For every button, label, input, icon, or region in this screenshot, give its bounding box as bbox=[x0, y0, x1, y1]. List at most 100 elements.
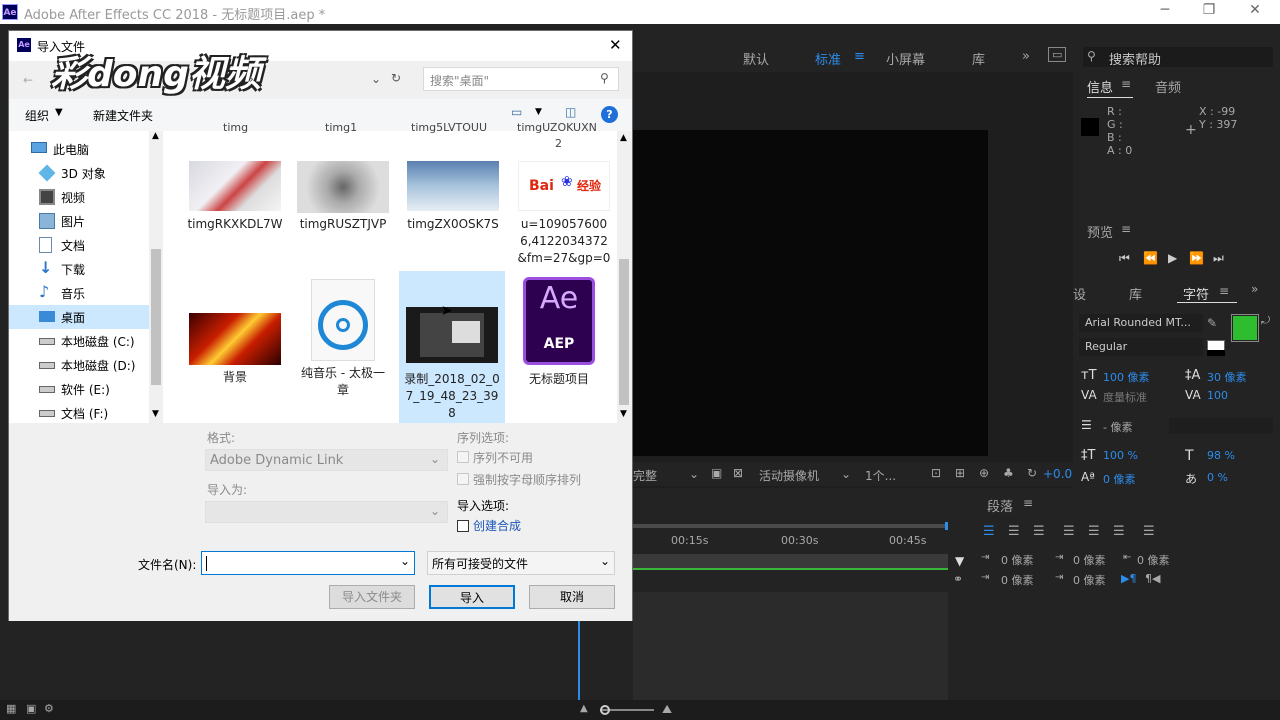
play-icon[interactable]: ▶ bbox=[1168, 251, 1177, 265]
transparency-grid-icon[interactable]: ⊠ bbox=[733, 466, 743, 480]
nav-scrollbar[interactable]: ▲ ▼ bbox=[149, 131, 163, 423]
current-time-indicator[interactable] bbox=[578, 620, 580, 700]
minimize-icon[interactable]: ─ bbox=[1150, 2, 1180, 22]
eyedropper-icon[interactable]: ✎ bbox=[1207, 316, 1217, 330]
tab-audio[interactable]: 音频 bbox=[1155, 77, 1181, 96]
fill-color-swatch[interactable] bbox=[1231, 314, 1259, 342]
scroll-down-icon[interactable]: ▼ bbox=[152, 409, 159, 419]
workspace-library[interactable]: 库 bbox=[972, 49, 985, 68]
justify-all-icon[interactable]: ☰ bbox=[1143, 524, 1155, 539]
font-family-select[interactable]: Arial Rounded MT... bbox=[1079, 314, 1203, 332]
new-folder-button[interactable]: 新建文件夹 bbox=[93, 107, 153, 124]
vertical-scale-value[interactable]: 100 % bbox=[1103, 449, 1138, 462]
quality-dropdown[interactable]: 完整 bbox=[633, 467, 657, 484]
alpha-order-checkbox[interactable] bbox=[457, 473, 469, 485]
nav-item-3d-objects[interactable]: 3D 对象 bbox=[9, 161, 149, 185]
import-folder-button[interactable]: 导入文件夹 bbox=[329, 585, 415, 609]
flowchart-icon[interactable]: ⊕ bbox=[979, 466, 989, 480]
rtl-icon[interactable]: ¶◀ bbox=[1145, 572, 1160, 585]
file-item[interactable]: timgRUSZTJVP bbox=[293, 161, 393, 233]
preview-pane-icon[interactable]: ◫ bbox=[565, 105, 576, 119]
organize-button[interactable]: 组织 bbox=[25, 107, 49, 124]
justify-center-icon[interactable]: ☰ bbox=[1088, 524, 1100, 539]
nav-item-downloads[interactable]: ↓ 下载 bbox=[9, 257, 149, 281]
tab-info[interactable]: 信息 bbox=[1087, 77, 1113, 96]
settings-icon[interactable]: ⚙ bbox=[44, 702, 54, 715]
last-frame-icon[interactable]: ⏭ bbox=[1213, 251, 1224, 266]
refresh-icon[interactable]: ↻ bbox=[391, 71, 401, 85]
zoom-slider-handle[interactable] bbox=[600, 705, 610, 715]
stroke-type-select[interactable] bbox=[1169, 418, 1273, 434]
space-before-value[interactable]: 0 像素 bbox=[1001, 572, 1034, 588]
baseline-value[interactable]: 0 像素 bbox=[1103, 471, 1136, 487]
restore-icon[interactable]: ❐ bbox=[1194, 2, 1224, 22]
align-center-icon[interactable]: ☰ bbox=[1008, 524, 1020, 539]
file-item[interactable]: timgRKXKDL7W bbox=[185, 161, 285, 233]
partial-file-label[interactable]: timgUZOKUXN bbox=[517, 121, 597, 134]
close-icon[interactable]: ✕ bbox=[609, 36, 622, 54]
font-size-value[interactable]: 100 像素 bbox=[1103, 369, 1150, 385]
time-marker-icon[interactable]: ▼ bbox=[955, 554, 964, 568]
work-area-bar[interactable] bbox=[633, 524, 948, 528]
workspace-overflow-icon[interactable]: » bbox=[1022, 49, 1030, 64]
close-window-icon[interactable]: ✕ bbox=[1240, 2, 1270, 22]
composition-viewer[interactable] bbox=[632, 130, 988, 456]
paragraph-title[interactable]: 段落 bbox=[987, 496, 1013, 515]
search-help-box[interactable]: ⚲ 搜索帮助 bbox=[1083, 47, 1273, 68]
justify-left-icon[interactable]: ☰ bbox=[1063, 524, 1075, 539]
file-item[interactable]: 纯音乐 - 太极一章 bbox=[293, 279, 393, 399]
tracking-value[interactable]: 100 bbox=[1207, 389, 1228, 402]
panel-menu-icon[interactable]: ≡ bbox=[1023, 496, 1033, 510]
exposure-value[interactable]: +0.0 bbox=[1043, 467, 1072, 481]
filename-input[interactable]: ⌄ bbox=[201, 551, 415, 575]
swap-colors-icon[interactable]: ⤾ bbox=[1261, 314, 1270, 328]
nav-item-desktop[interactable]: 桌面 bbox=[9, 305, 149, 329]
indent-right-value[interactable]: 0 像素 bbox=[1137, 552, 1170, 568]
file-scroll-thumb[interactable] bbox=[619, 259, 629, 405]
partial-file-label[interactable]: timg5LVTOUU bbox=[411, 121, 487, 134]
prev-frame-icon[interactable]: ⏪ bbox=[1143, 251, 1158, 265]
folder-icon[interactable]: ▣ bbox=[26, 702, 36, 715]
preview-title[interactable]: 预览 bbox=[1087, 222, 1113, 241]
panel-menu-icon[interactable]: ≡ bbox=[1121, 77, 1131, 91]
search-input[interactable]: 搜索"桌面" ⚲ bbox=[423, 67, 619, 91]
nav-scroll-thumb[interactable] bbox=[151, 249, 161, 385]
chevron-down-icon[interactable]: ▼ bbox=[535, 107, 542, 117]
nav-item-this-pc[interactable]: 此电脑 bbox=[9, 137, 149, 161]
nav-item-pictures[interactable]: 图片 bbox=[9, 209, 149, 233]
font-style-select[interactable]: Regular bbox=[1079, 338, 1203, 356]
file-item-selected[interactable]: 录制_2018_02_07_19_48_23_398 bbox=[399, 271, 505, 423]
camera-dropdown[interactable]: 活动摄像机 bbox=[759, 467, 819, 484]
workspace-standard[interactable]: 标准 bbox=[815, 49, 841, 68]
file-scrollbar[interactable]: ▲ ▼ bbox=[617, 131, 631, 423]
indent-left-value[interactable]: 0 像素 bbox=[1001, 552, 1034, 568]
layer-bar[interactable] bbox=[633, 554, 948, 568]
workspace-default[interactable]: 默认 bbox=[743, 49, 769, 68]
next-frame-icon[interactable]: ⏩ bbox=[1189, 251, 1204, 265]
scroll-up-icon[interactable]: ▲ bbox=[620, 133, 627, 143]
align-right-icon[interactable]: ☰ bbox=[1033, 524, 1045, 539]
import-button[interactable]: 导入 bbox=[429, 585, 515, 609]
toggle-pixel-icon[interactable]: ⊡ bbox=[931, 466, 941, 480]
scroll-down-icon[interactable]: ▼ bbox=[620, 409, 627, 419]
workspace-small-screen[interactable]: 小屏幕 bbox=[886, 49, 925, 68]
nav-item-drive-f[interactable]: 文档 (F:) bbox=[9, 401, 149, 425]
scroll-up-icon[interactable]: ▲ bbox=[152, 131, 159, 141]
sequence-checkbox[interactable] bbox=[457, 451, 469, 463]
cancel-button[interactable]: 取消 bbox=[529, 585, 615, 609]
workspace-edit-icon[interactable]: ▭ bbox=[1048, 47, 1067, 62]
leading-value[interactable]: 30 像素 bbox=[1207, 369, 1247, 385]
tab-settings[interactable]: 设 bbox=[1073, 284, 1086, 303]
create-comp-checkbox[interactable] bbox=[457, 520, 469, 532]
nav-item-drive-c[interactable]: 本地磁盘 (C:) bbox=[9, 329, 149, 353]
file-item[interactable]: timgZX0OSK7S bbox=[403, 161, 503, 233]
reset-exposure-icon[interactable]: ↻ bbox=[1027, 466, 1037, 480]
partial-file-label[interactable]: timg1 bbox=[325, 121, 357, 134]
chevron-down-icon[interactable]: ⌄ bbox=[371, 72, 381, 86]
zoom-in-icon[interactable]: ⛰ bbox=[662, 702, 672, 717]
network-icon[interactable]: ♣ bbox=[1003, 466, 1014, 480]
horizontal-scale-value[interactable]: 98 % bbox=[1207, 449, 1235, 462]
panel-menu-icon[interactable]: ≡ bbox=[1121, 222, 1131, 236]
overflow-icon[interactable]: » bbox=[1251, 282, 1258, 296]
link-icon[interactable]: ⚭ bbox=[953, 572, 963, 586]
